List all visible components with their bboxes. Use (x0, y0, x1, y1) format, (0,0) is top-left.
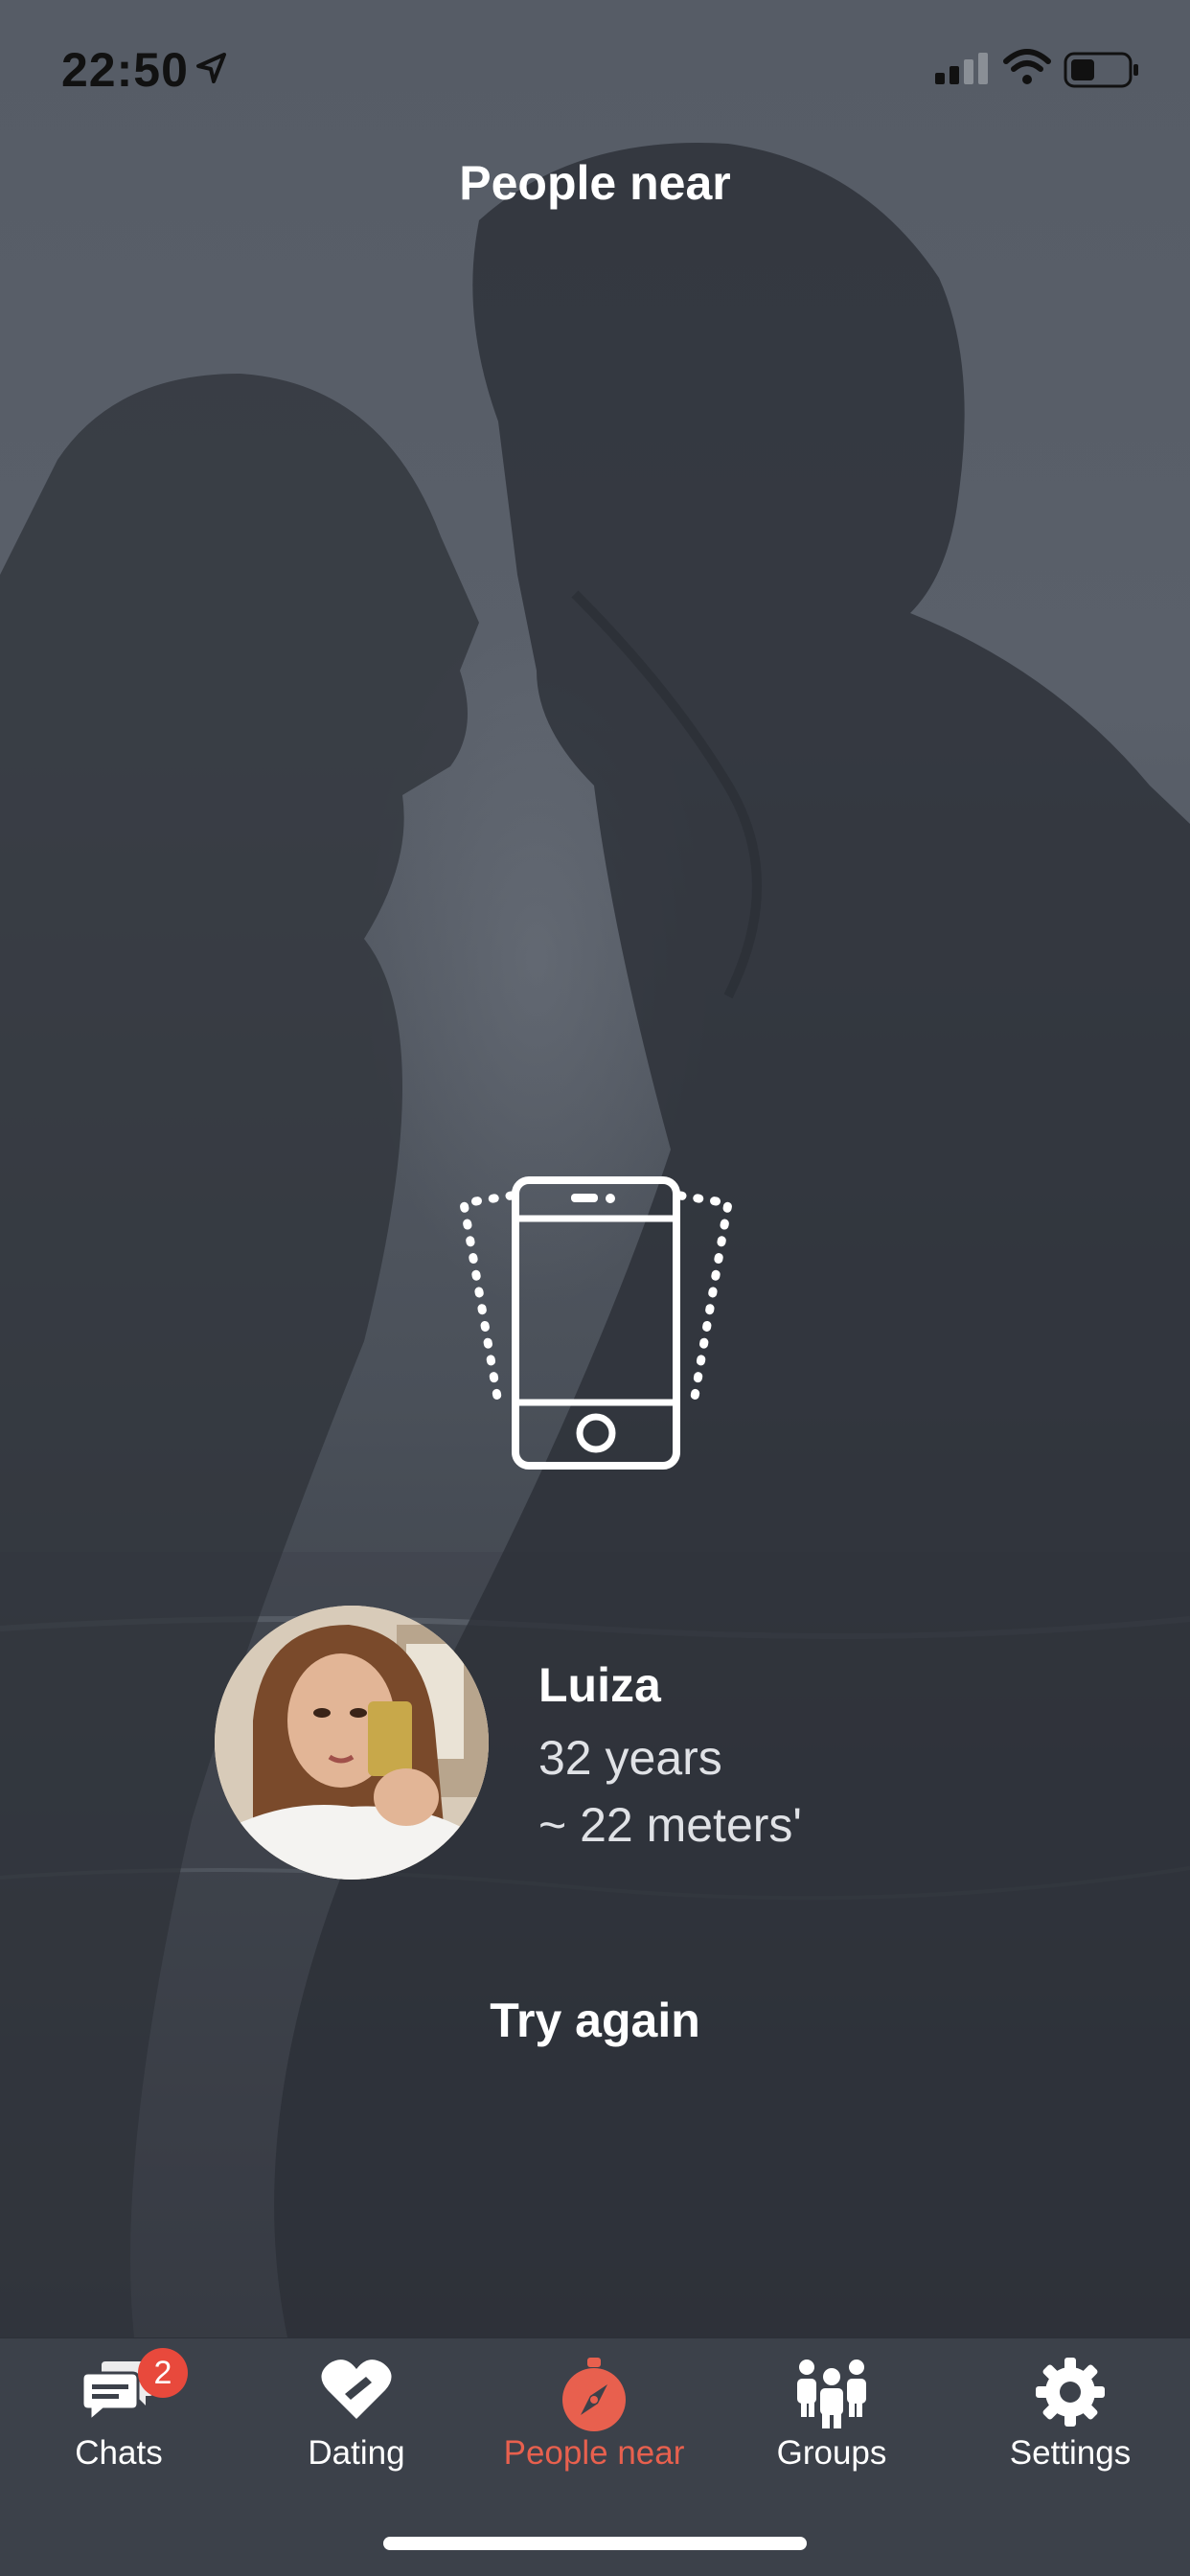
tab-label: Settings (1009, 2434, 1132, 2472)
tab-groups[interactable]: Groups (713, 2338, 950, 2492)
person-distance: ~ 22 meters' (538, 1798, 802, 1852)
home-indicator[interactable] (383, 2537, 807, 2550)
heart-icon (321, 2359, 392, 2419)
shake-phone-icon (458, 1176, 734, 1470)
tab-people-near[interactable]: People near (475, 2338, 713, 2492)
page-title: People near (459, 156, 731, 210)
person-age: 32 years (538, 1731, 722, 1785)
unread-badge: 2 (138, 2348, 188, 2398)
tab-label: Chats (75, 2434, 163, 2472)
cellular-signal-icon (935, 53, 988, 84)
tab-label: People near (503, 2434, 685, 2472)
tab-dating[interactable]: Dating (238, 2338, 475, 2492)
tab-label: Dating (308, 2434, 405, 2472)
compass-icon (562, 2358, 626, 2431)
tab-chats[interactable]: 2 Chats (0, 2338, 238, 2492)
person-name: Luiza (538, 1658, 661, 1712)
avatar[interactable] (215, 1606, 489, 1880)
wifi-icon (1003, 49, 1051, 84)
battery-icon (1064, 52, 1138, 88)
gear-icon (1036, 2358, 1105, 2427)
group-people-icon (797, 2359, 866, 2428)
tab-settings[interactable]: Settings (950, 2338, 1190, 2492)
status-time: 22:50 (61, 43, 189, 97)
tab-label: Groups (776, 2434, 887, 2472)
try-again-button[interactable]: Try again (403, 1993, 787, 2048)
location-arrow-icon (196, 53, 226, 83)
background-photo (0, 0, 1190, 2337)
